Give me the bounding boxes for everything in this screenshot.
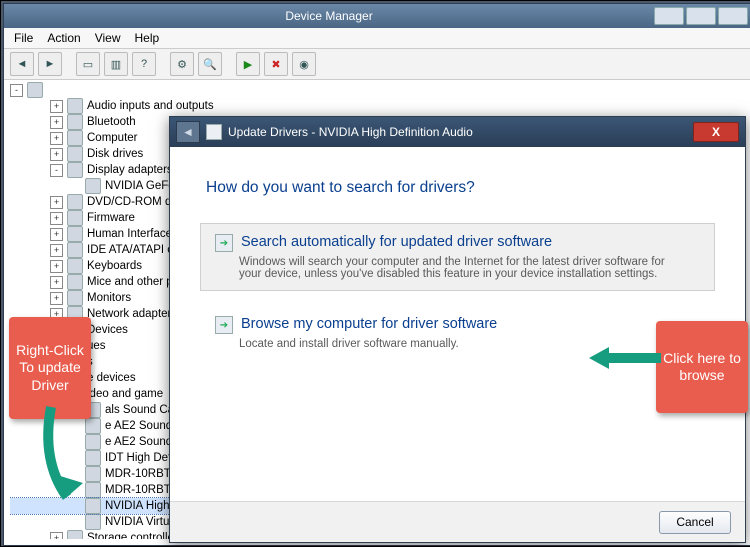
option1-desc: Windows will search your computer and th… bbox=[239, 256, 679, 280]
tree-item-label: Display adapters bbox=[87, 162, 173, 178]
device-icon bbox=[67, 226, 83, 242]
option2-desc: Locate and install driver software manua… bbox=[239, 338, 679, 350]
device-icon bbox=[67, 162, 83, 178]
collapse-icon[interactable]: - bbox=[50, 164, 63, 177]
option-browse-computer[interactable]: ➔ Browse my computer for driver software… bbox=[200, 305, 715, 361]
tree-item-label: Computer bbox=[87, 130, 138, 146]
device-icon bbox=[85, 450, 101, 466]
expand-icon[interactable]: + bbox=[50, 244, 63, 257]
tree-item-label: ideo and game bbox=[87, 386, 163, 402]
uninstall-icon[interactable]: ✖ bbox=[264, 52, 288, 76]
tree-item-label: Keyboards bbox=[87, 258, 142, 274]
tree-item-label: Audio inputs and outputs bbox=[87, 98, 214, 114]
expand-icon[interactable]: + bbox=[50, 292, 63, 305]
expand-icon[interactable]: + bbox=[50, 212, 63, 225]
maximize-button[interactable] bbox=[686, 7, 716, 25]
expand-icon[interactable]: + bbox=[50, 100, 63, 113]
device-icon bbox=[67, 274, 83, 290]
driver-icon bbox=[206, 124, 222, 140]
tree-item[interactable]: + Audio inputs and outputs bbox=[10, 98, 744, 114]
forward-icon[interactable]: ► bbox=[38, 52, 62, 76]
properties-icon[interactable]: ▭ bbox=[76, 52, 100, 76]
window-titlebar[interactable]: Device Manager bbox=[4, 4, 750, 28]
device-icon bbox=[67, 242, 83, 258]
show-hidden-icon[interactable]: ▥ bbox=[104, 52, 128, 76]
update-driver-icon[interactable]: ⚙ bbox=[170, 52, 194, 76]
annotation-left: Right-Click To update Driver bbox=[9, 317, 91, 419]
annotation-right: Click here to browse bbox=[656, 321, 748, 413]
back-icon[interactable]: ◄ bbox=[10, 52, 34, 76]
option1-title: Search automatically for updated driver … bbox=[241, 234, 552, 250]
enable-icon[interactable]: ▶ bbox=[236, 52, 260, 76]
device-icon bbox=[85, 514, 101, 530]
tree-item-label: Firmware bbox=[87, 210, 135, 226]
dialog-footer: Cancel bbox=[170, 501, 745, 542]
expand-icon[interactable]: + bbox=[50, 532, 63, 540]
tree-item-label: Bluetooth bbox=[87, 114, 136, 130]
option2-title: Browse my computer for driver software bbox=[241, 316, 497, 332]
cancel-button[interactable]: Cancel bbox=[659, 511, 731, 534]
menu-file[interactable]: File bbox=[14, 31, 33, 45]
device-icon bbox=[85, 434, 101, 450]
menu-view[interactable]: View bbox=[95, 31, 121, 45]
toolbar: ◄ ► ▭ ▥ ? ⚙ 🔍 ▶ ✖ ◉ bbox=[4, 49, 750, 80]
device-icon bbox=[85, 466, 101, 482]
tree-item-label: Network adapters bbox=[87, 306, 177, 322]
option-search-automatically[interactable]: ➔ Search automatically for updated drive… bbox=[200, 223, 715, 291]
refresh-icon[interactable]: ◉ bbox=[292, 52, 316, 76]
dialog-heading: How do you want to search for drivers? bbox=[206, 179, 715, 197]
device-icon bbox=[67, 194, 83, 210]
minimize-button[interactable] bbox=[654, 7, 684, 25]
device-icon bbox=[67, 290, 83, 306]
dialog-titlebar[interactable]: ◄ Update Drivers - NVIDIA High Definitio… bbox=[170, 117, 745, 147]
device-icon bbox=[85, 178, 101, 194]
screenshot-stage: Device Manager File Action View Help ◄ ►… bbox=[0, 0, 750, 547]
device-icon bbox=[85, 482, 101, 498]
tree-item-label: e devices bbox=[87, 370, 136, 386]
device-icon bbox=[67, 210, 83, 226]
help-icon[interactable]: ? bbox=[132, 52, 156, 76]
menu-bar: File Action View Help bbox=[4, 28, 750, 49]
dialog-title: Update Drivers - NVIDIA High Definition … bbox=[228, 125, 473, 139]
device-icon bbox=[67, 146, 83, 162]
device-icon bbox=[85, 418, 101, 434]
computer-icon bbox=[27, 82, 43, 98]
device-icon bbox=[67, 98, 83, 114]
expand-icon[interactable]: + bbox=[50, 132, 63, 145]
menu-action[interactable]: Action bbox=[47, 31, 80, 45]
tree-item-label: Devices bbox=[87, 322, 128, 338]
expand-icon[interactable]: + bbox=[50, 228, 63, 241]
close-icon[interactable]: X bbox=[693, 122, 739, 142]
tree-item-label: Monitors bbox=[87, 290, 131, 306]
device-icon bbox=[67, 130, 83, 146]
expand-icon[interactable]: + bbox=[50, 260, 63, 273]
device-icon bbox=[67, 530, 83, 539]
expand-icon[interactable]: + bbox=[50, 116, 63, 129]
arrow-icon: ➔ bbox=[215, 234, 233, 252]
window-title: Device Manager bbox=[4, 9, 654, 23]
expand-icon[interactable]: + bbox=[50, 148, 63, 161]
device-icon bbox=[85, 498, 101, 514]
tree-item-label: Disk drives bbox=[87, 146, 143, 162]
menu-help[interactable]: Help bbox=[135, 31, 160, 45]
close-button[interactable] bbox=[718, 7, 748, 25]
expand-icon[interactable]: + bbox=[50, 196, 63, 209]
tree-root[interactable]: - bbox=[10, 82, 744, 98]
back-icon[interactable]: ◄ bbox=[176, 121, 200, 143]
expand-icon[interactable]: + bbox=[50, 276, 63, 289]
device-icon bbox=[67, 114, 83, 130]
device-icon bbox=[67, 258, 83, 274]
scan-icon[interactable]: 🔍 bbox=[198, 52, 222, 76]
arrow-icon: ➔ bbox=[215, 316, 233, 334]
